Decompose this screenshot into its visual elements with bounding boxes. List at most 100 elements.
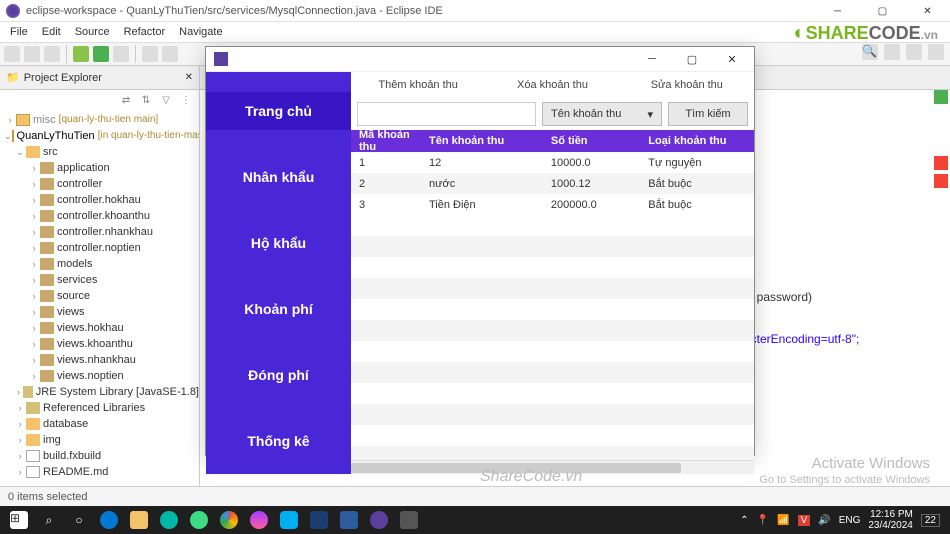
marker-red bbox=[934, 156, 948, 170]
tree-package[interactable]: ›application bbox=[0, 160, 199, 176]
tree-package[interactable]: ›controller.hokhau bbox=[0, 192, 199, 208]
task-messenger-icon[interactable] bbox=[244, 506, 274, 534]
project-tree[interactable]: ›misc [quan-ly-thu-tien main] ⌄QuanLyThu… bbox=[0, 110, 199, 508]
perspective-debug-icon[interactable] bbox=[928, 44, 944, 60]
perspective-java-icon[interactable] bbox=[906, 44, 922, 60]
sidebar-item-khoanphi[interactable]: Khoản phí bbox=[206, 290, 351, 328]
task-app-icon[interactable] bbox=[334, 506, 364, 534]
sidebar-item-hokhau[interactable]: Hộ khẩu bbox=[206, 224, 351, 262]
task-search-icon[interactable]: ⌕ bbox=[34, 506, 64, 534]
tb-debug-icon[interactable] bbox=[73, 46, 89, 62]
app-maximize-button[interactable]: ▢ bbox=[672, 47, 712, 71]
eclipse-menubar: File Edit Source Refactor Navigate bbox=[0, 22, 950, 42]
main-content: Thêm khoản thu Xóa khoản thu Sửa khoản t… bbox=[351, 72, 754, 474]
explorer-tab[interactable]: 📁 Project Explorer ✕ bbox=[0, 66, 199, 90]
filter-icon[interactable]: ▽ bbox=[159, 93, 173, 107]
system-tray[interactable]: ⌃ 📍 📶 V 🔊 ENG 12:16 PM 23/4/2024 22 bbox=[740, 509, 946, 531]
tb-new-icon[interactable] bbox=[4, 46, 20, 62]
search-input[interactable] bbox=[357, 102, 536, 126]
app-close-button[interactable]: ✕ bbox=[712, 47, 752, 71]
tree-package[interactable]: ›views.hokhau bbox=[0, 320, 199, 336]
menu-source[interactable]: Source bbox=[69, 24, 116, 40]
tree-package[interactable]: ›controller bbox=[0, 176, 199, 192]
tree-item[interactable]: ›README.md bbox=[0, 464, 199, 480]
search-button[interactable]: Tìm kiếm bbox=[668, 102, 748, 126]
add-button[interactable]: Thêm khoản thu bbox=[351, 72, 485, 98]
tree-package[interactable]: ›controller.nhankhau bbox=[0, 224, 199, 240]
marker-green bbox=[934, 90, 948, 104]
tree-item[interactable]: ›build.fxbuild bbox=[0, 448, 199, 464]
close-button[interactable]: ✕ bbox=[905, 0, 950, 22]
tray-v-icon[interactable]: V bbox=[798, 515, 811, 526]
tray-lang[interactable]: ENG bbox=[839, 515, 861, 526]
search-icon[interactable]: 🔍 bbox=[862, 44, 878, 60]
task-app-icon[interactable] bbox=[184, 506, 214, 534]
tree-package[interactable]: ›source bbox=[0, 288, 199, 304]
horiz-scrollbar[interactable] bbox=[351, 460, 754, 474]
toolbar-right-icons: 🔍 bbox=[862, 44, 944, 60]
sidebar-item-home[interactable]: Trang chủ bbox=[206, 92, 351, 130]
tb-coverage-icon[interactable] bbox=[113, 46, 129, 62]
tray-speaker-icon[interactable]: 🔊 bbox=[818, 515, 830, 526]
task-start-icon[interactable]: ⊞ bbox=[4, 506, 34, 534]
menu-navigate[interactable]: Navigate bbox=[173, 24, 228, 40]
tree-package[interactable]: ›views bbox=[0, 304, 199, 320]
explorer-toolbar: ⇄ ⇅ ▽ ⋮ bbox=[0, 90, 199, 110]
editor-markers bbox=[932, 90, 950, 188]
tb-save-icon[interactable] bbox=[24, 46, 40, 62]
menu-icon[interactable]: ⋮ bbox=[179, 93, 193, 107]
tree-item[interactable]: ›Referenced Libraries bbox=[0, 400, 199, 416]
tb-saveall-icon[interactable] bbox=[44, 46, 60, 62]
tb-ext-icon[interactable] bbox=[142, 46, 158, 62]
task-eclipse-icon[interactable] bbox=[364, 506, 394, 534]
sidebar-item-thongke[interactable]: Thống kê bbox=[206, 422, 351, 460]
table-row[interactable]: 2nước1000.12Bắt buộc bbox=[351, 173, 754, 194]
tray-wifi-icon[interactable]: 📶 bbox=[777, 515, 789, 526]
data-table[interactable]: Mã khoản thu Tên khoản thu Số tiền Loại … bbox=[351, 130, 754, 474]
sidebar-item-dongphi[interactable]: Đóng phí bbox=[206, 356, 351, 394]
minimize-button[interactable]: ─ bbox=[815, 0, 860, 22]
task-app-icon[interactable] bbox=[394, 506, 424, 534]
tree-item[interactable]: ›JRE System Library [JavaSE-1.8] bbox=[0, 384, 199, 400]
tree-package[interactable]: ›models bbox=[0, 256, 199, 272]
task-cortana-icon[interactable]: ○ bbox=[64, 506, 94, 534]
task-chrome-icon[interactable] bbox=[214, 506, 244, 534]
table-row[interactable]: 3Tiền Điện200000.0Bắt buộc bbox=[351, 194, 754, 215]
tree-item[interactable]: ›database bbox=[0, 416, 199, 432]
tree-package[interactable]: ›controller.khoanthu bbox=[0, 208, 199, 224]
sidebar: Trang chủ Nhân khẩu Hộ khẩu Khoản phí Đó… bbox=[206, 72, 351, 474]
tree-package[interactable]: ›views.khoanthu bbox=[0, 336, 199, 352]
tray-clock[interactable]: 12:16 PM 23/4/2024 bbox=[868, 509, 913, 531]
task-app-icon[interactable] bbox=[154, 506, 184, 534]
eclipse-icon bbox=[6, 4, 20, 18]
edit-button[interactable]: Sửa khoản thu bbox=[620, 72, 754, 98]
tree-package[interactable]: ›controller.noptien bbox=[0, 240, 199, 256]
tray-location-icon[interactable]: 📍 bbox=[757, 515, 769, 526]
task-edge-icon[interactable] bbox=[94, 506, 124, 534]
tb-nav-icon[interactable] bbox=[162, 46, 178, 62]
delete-button[interactable]: Xóa khoản thu bbox=[485, 72, 619, 98]
perspective-icon[interactable] bbox=[884, 44, 900, 60]
tree-package[interactable]: ›views.noptien bbox=[0, 368, 199, 384]
filter-select[interactable]: Tên khoản thu▾ bbox=[542, 102, 662, 126]
menu-file[interactable]: File bbox=[4, 24, 34, 40]
task-app-icon[interactable] bbox=[304, 506, 334, 534]
tray-chevron-up-icon[interactable]: ⌃ bbox=[740, 515, 748, 526]
tray-notif-icon[interactable]: 22 bbox=[921, 514, 940, 527]
link-icon[interactable]: ⇅ bbox=[139, 93, 153, 107]
tree-package[interactable]: ›services bbox=[0, 272, 199, 288]
app-minimize-button[interactable]: ─ bbox=[632, 47, 672, 71]
menu-edit[interactable]: Edit bbox=[36, 24, 67, 40]
menu-refactor[interactable]: Refactor bbox=[118, 24, 172, 40]
maximize-button[interactable]: ▢ bbox=[860, 0, 905, 22]
sidebar-item-nhankhau[interactable]: Nhân khẩu bbox=[206, 158, 351, 196]
task-explorer-icon[interactable] bbox=[124, 506, 154, 534]
table-row[interactable]: 11210000.0Tự nguyện bbox=[351, 152, 754, 173]
tb-run-icon[interactable] bbox=[93, 46, 109, 62]
window-title: eclipse-workspace - QuanLyThuTien/src/se… bbox=[26, 5, 944, 17]
tree-package[interactable]: ›views.nhankhau bbox=[0, 352, 199, 368]
task-skype-icon[interactable] bbox=[274, 506, 304, 534]
app-titlebar: ─ ▢ ✕ bbox=[206, 47, 754, 72]
collapse-icon[interactable]: ⇄ bbox=[119, 93, 133, 107]
tree-item[interactable]: ›img bbox=[0, 432, 199, 448]
